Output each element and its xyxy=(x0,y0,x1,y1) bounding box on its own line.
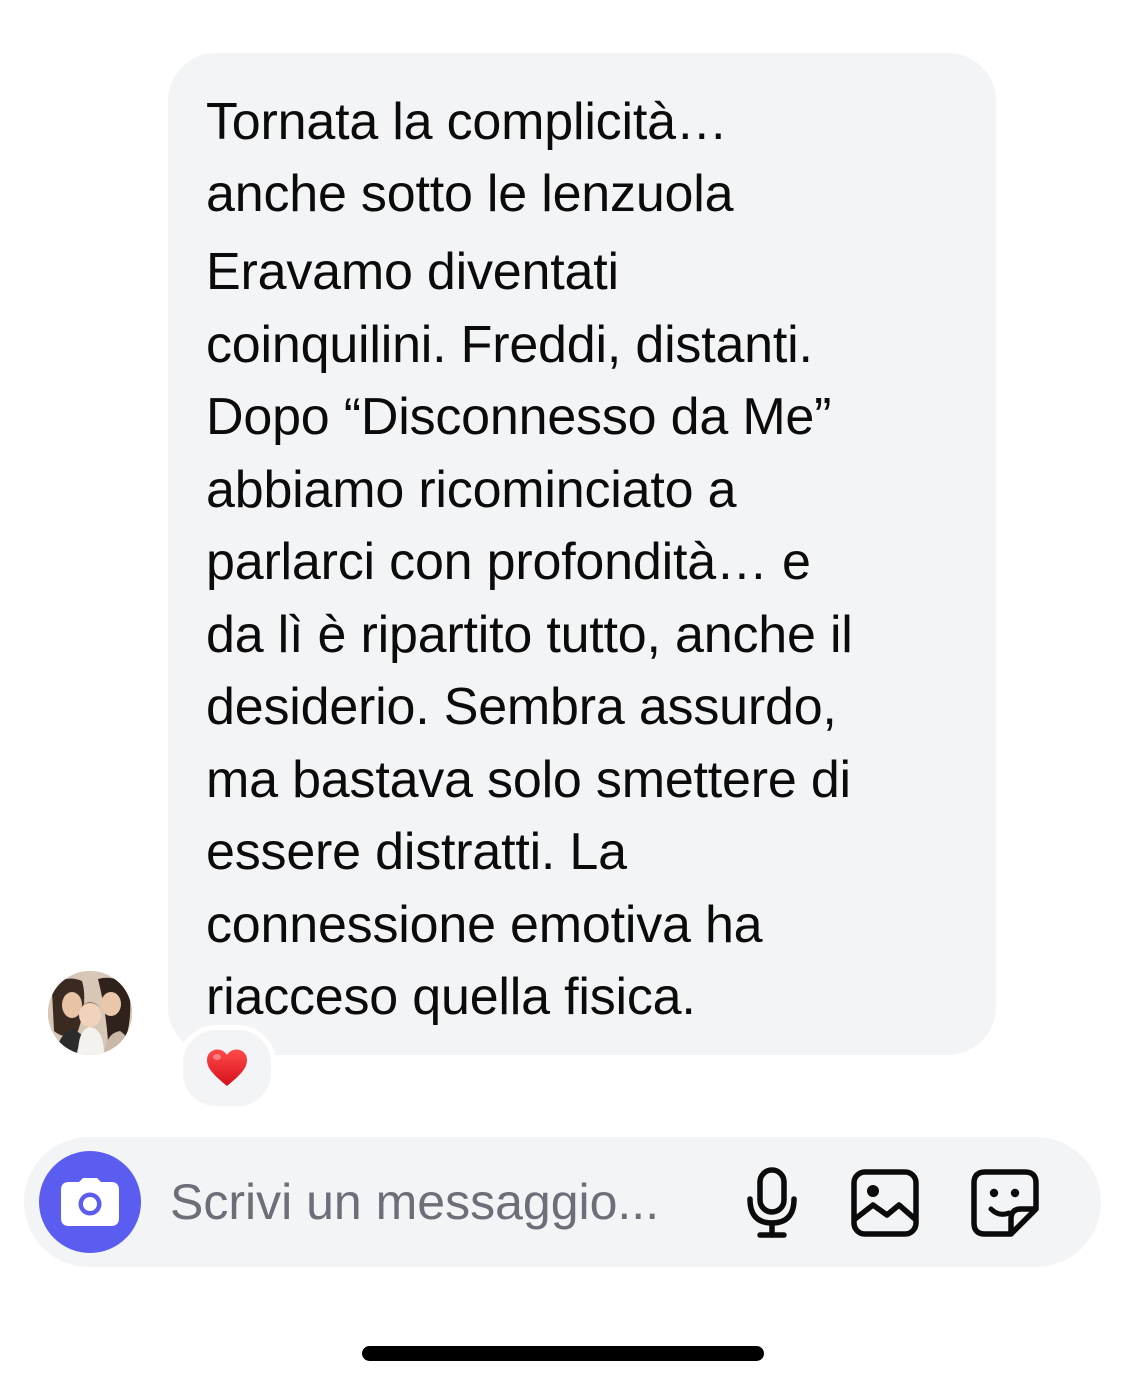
message-title-line: Tornata la complicità… xyxy=(206,93,728,151)
message-thread: Tornata la complicità… anche sotto le le… xyxy=(0,0,1125,1120)
message-input[interactable] xyxy=(170,1167,730,1237)
received-message-bubble[interactable]: Tornata la complicità… anche sotto le le… xyxy=(168,53,996,1055)
sender-avatar[interactable] xyxy=(48,971,132,1055)
microphone-icon xyxy=(747,1167,797,1238)
message-title-line: anche sotto le lenzuola xyxy=(206,165,734,223)
message-text-line: ma bastava solo smettere di xyxy=(206,750,851,809)
home-indicator[interactable] xyxy=(362,1346,764,1361)
camera-icon xyxy=(61,1178,119,1226)
message-text-line: abbiamo ricominciato a xyxy=(206,460,737,519)
message-text-line: parlarci con profondità… e xyxy=(206,533,811,591)
heart-reaction-badge[interactable] xyxy=(178,1025,276,1111)
image-icon xyxy=(851,1169,919,1237)
voice-message-button[interactable] xyxy=(734,1165,810,1241)
message-text-line: coinquilini. Freddi, distanti. xyxy=(206,315,813,374)
heart-icon xyxy=(207,1049,247,1086)
avatar-photo xyxy=(48,971,132,1055)
message-text-line: essere distratti. La xyxy=(206,823,627,881)
message-text-line: da lì è ripartito tutto, anche il xyxy=(206,605,853,664)
message-text-line: desiderio. Sembra assurdo, xyxy=(206,678,837,736)
sticker-button[interactable] xyxy=(967,1165,1043,1241)
gallery-button[interactable] xyxy=(847,1165,923,1241)
message-text-line: Dopo “Disconnesso da Me” xyxy=(206,388,832,446)
message-text-line: connessione emotiva ha xyxy=(206,895,763,954)
message-composer xyxy=(24,1137,1101,1267)
message-text-line: riacceso quella fisica. xyxy=(206,968,696,1026)
sticker-icon xyxy=(971,1169,1039,1237)
camera-button[interactable] xyxy=(39,1151,141,1253)
message-text-line: Eravamo diventati xyxy=(206,243,619,301)
